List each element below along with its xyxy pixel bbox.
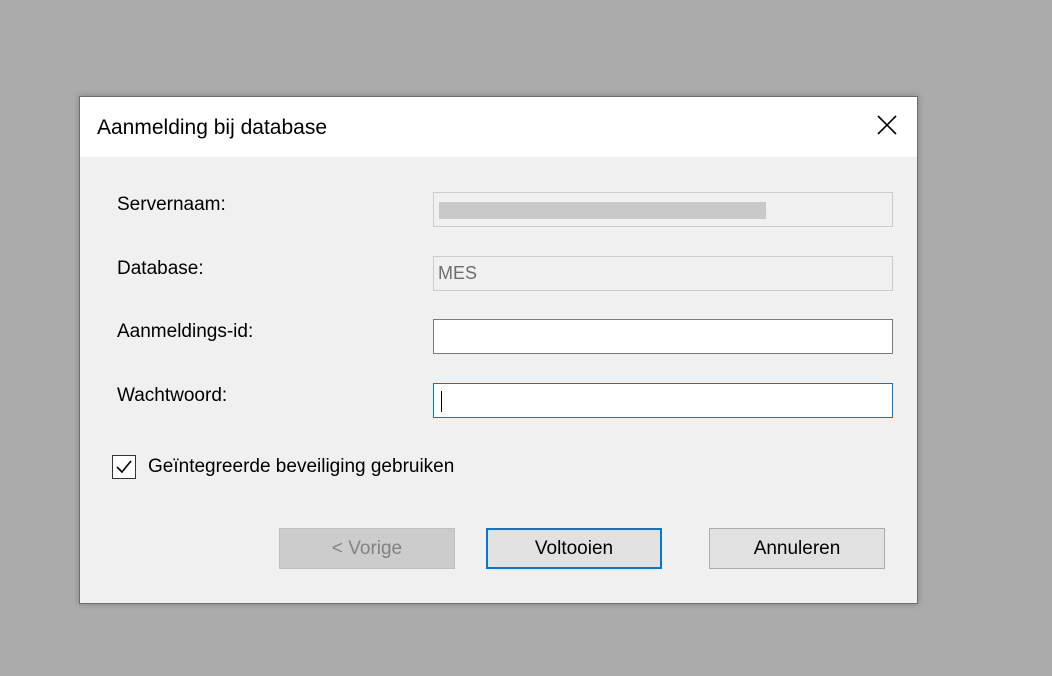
server-name-field[interactable] bbox=[433, 192, 893, 227]
database-value: MES bbox=[438, 263, 478, 283]
integrated-security-checkbox[interactable] bbox=[112, 455, 136, 479]
login-id-label: Aanmeldings-id: bbox=[117, 321, 254, 342]
server-name-label: Servernaam: bbox=[117, 194, 226, 215]
database-label: Database: bbox=[117, 258, 204, 279]
dialog-title: Aanmelding bij database bbox=[97, 116, 327, 139]
close-icon bbox=[877, 115, 897, 135]
integrated-security-option[interactable]: Geïntegreerde beveiliging gebruiken bbox=[112, 453, 454, 481]
close-button[interactable] bbox=[865, 103, 909, 147]
text-caret bbox=[441, 391, 442, 412]
finish-button[interactable]: Voltooien bbox=[486, 528, 662, 569]
database-field[interactable]: MES bbox=[433, 256, 893, 291]
password-input[interactable] bbox=[433, 383, 893, 418]
login-id-input[interactable] bbox=[433, 319, 893, 354]
previous-button[interactable]: < Vorige bbox=[279, 528, 455, 569]
login-dialog: Aanmelding bij database Servernaam: Data… bbox=[79, 96, 918, 604]
checkmark-icon bbox=[116, 460, 132, 474]
redacted-server-name bbox=[439, 202, 766, 219]
cancel-button[interactable]: Annuleren bbox=[709, 528, 885, 569]
password-label: Wachtwoord: bbox=[117, 385, 228, 406]
integrated-security-label: Geïntegreerde beveiliging gebruiken bbox=[148, 456, 455, 477]
dialog-titlebar: Aanmelding bij database bbox=[80, 97, 917, 157]
